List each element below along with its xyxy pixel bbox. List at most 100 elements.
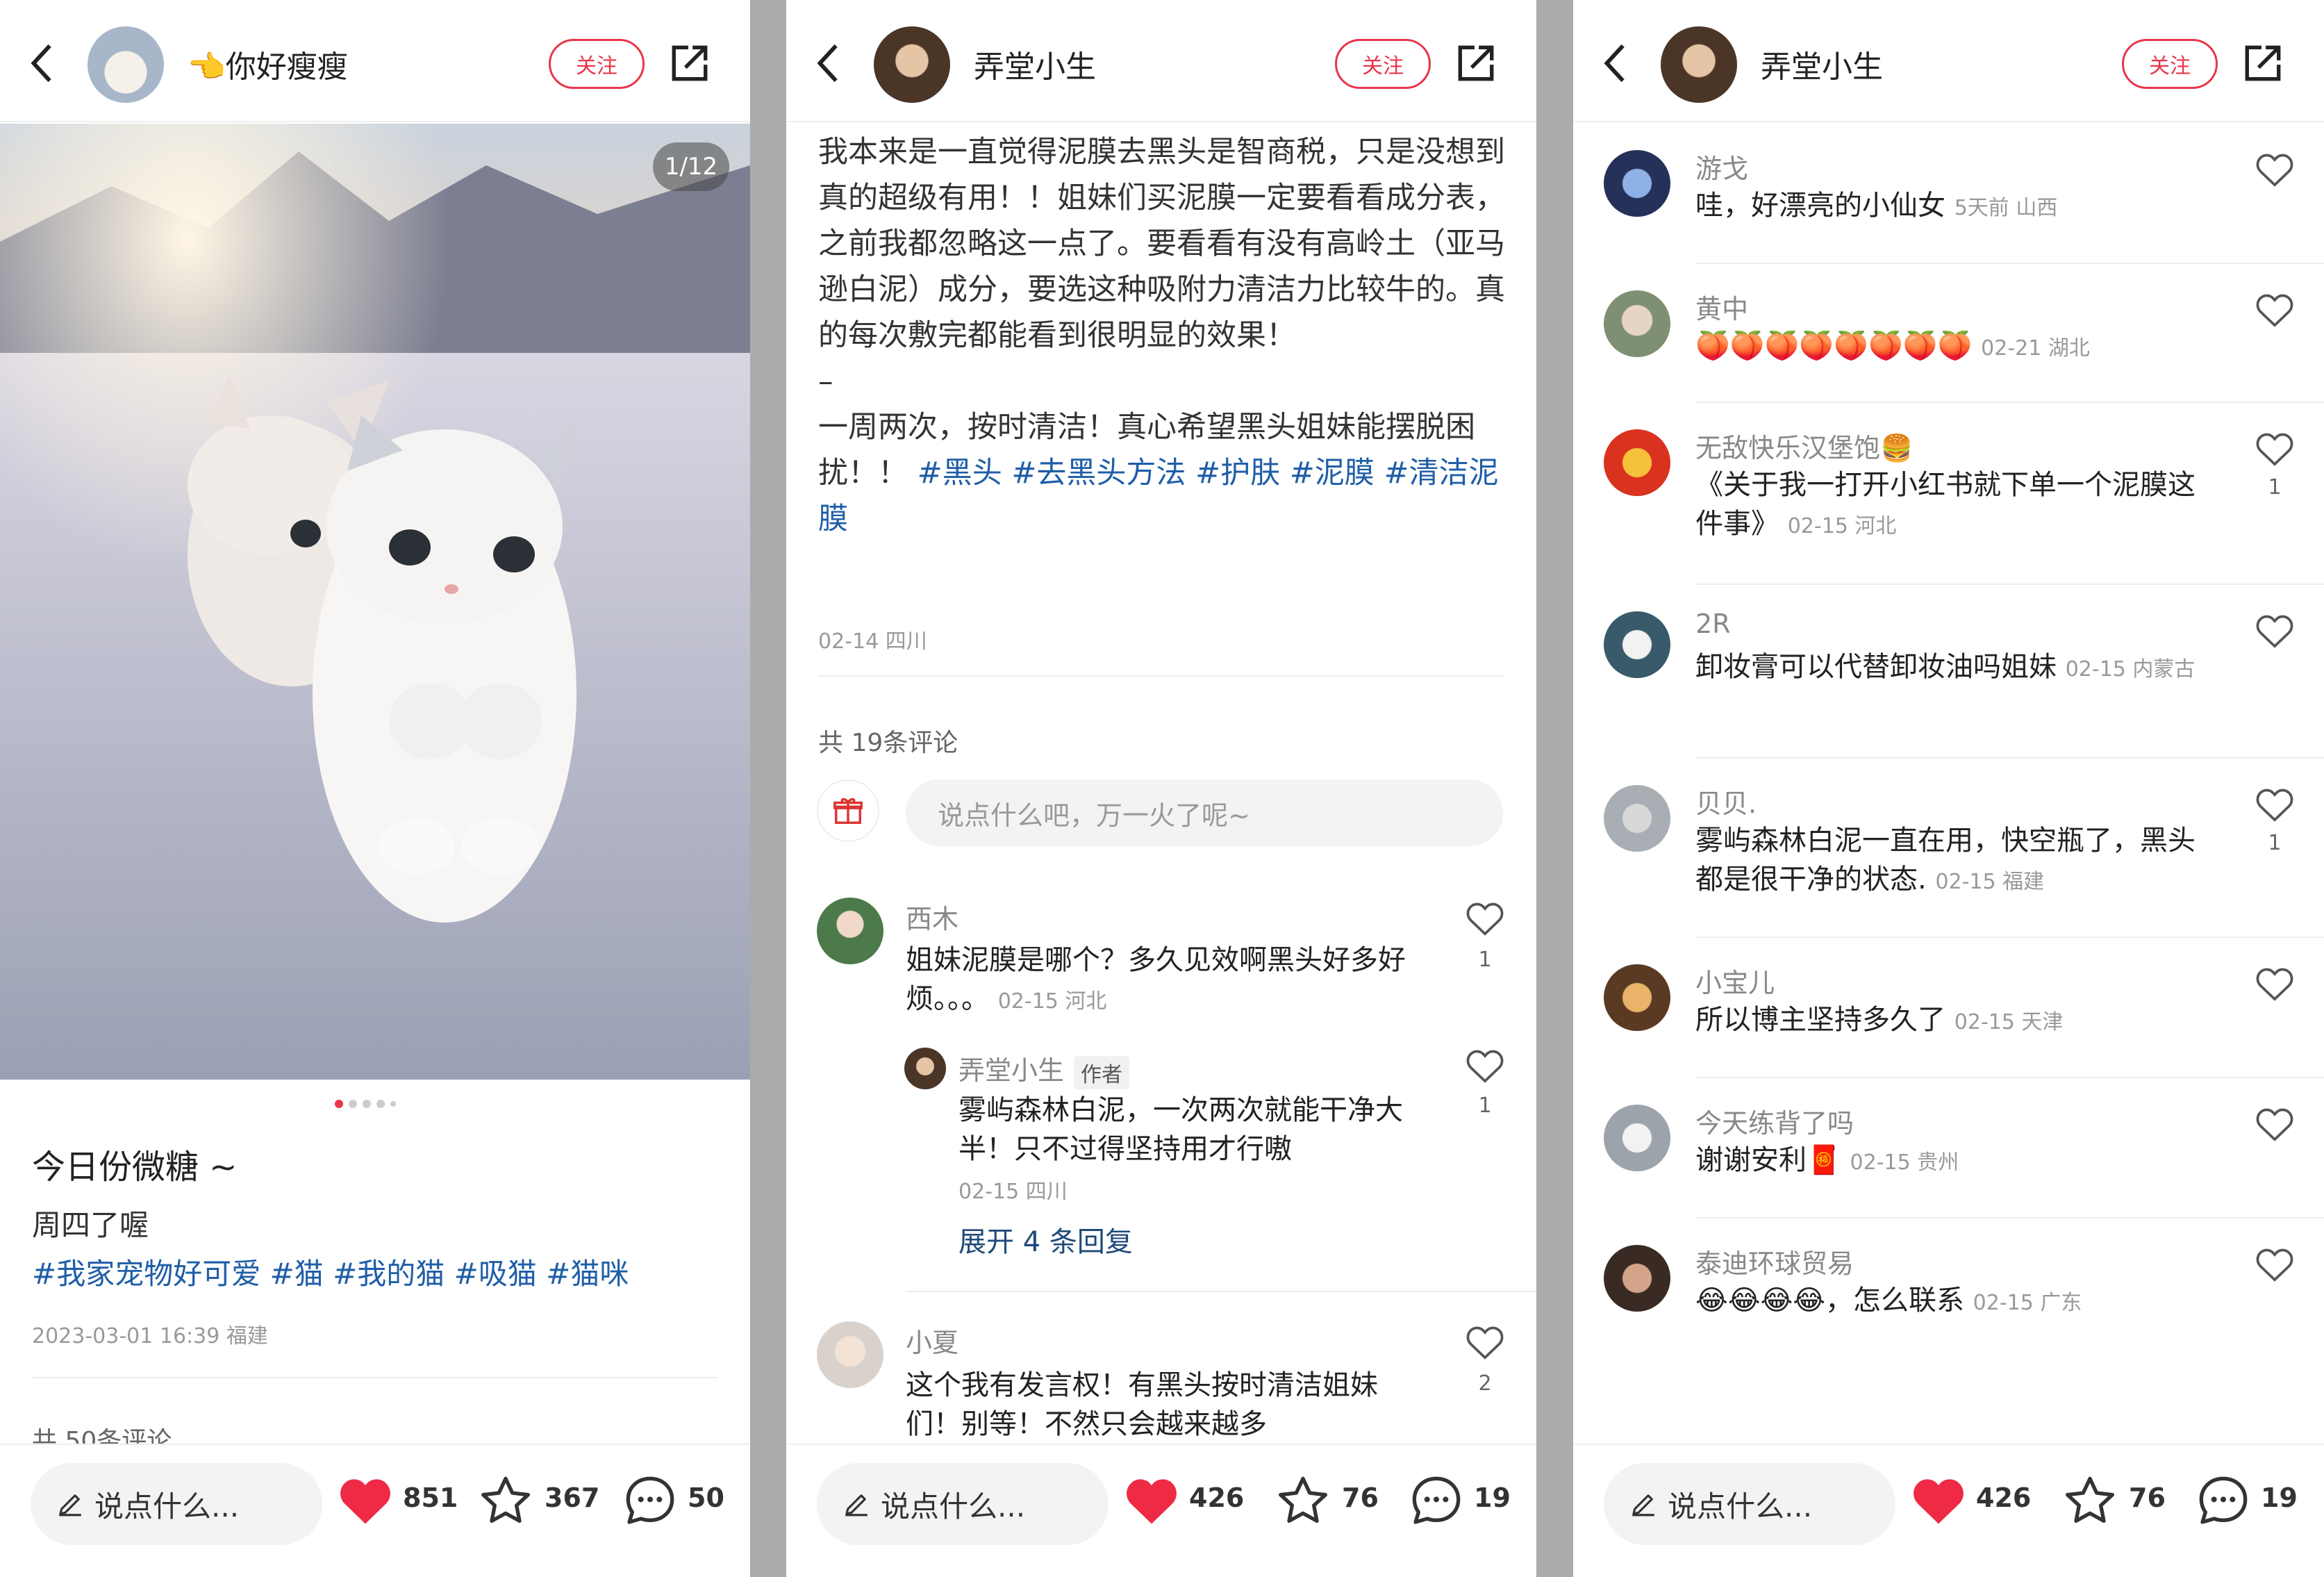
comment-meta: 5天前 山西 — [1954, 196, 2058, 220]
post-date: 2023-03-01 16:39 福建 — [32, 1324, 268, 1348]
commenter-name[interactable]: 西木 — [906, 898, 958, 936]
commenter-name[interactable]: 无敌快乐汉堡饱🍔 — [1695, 427, 1913, 465]
commenter-avatar[interactable] — [1604, 150, 1670, 217]
comment-input-button[interactable]: 说点什么... — [817, 1463, 1109, 1545]
commenter-name[interactable]: 泰迪环球贸易 — [1695, 1242, 1854, 1280]
comment-like-icon[interactable] — [2255, 431, 2294, 467]
commenter-name[interactable]: 游戈 — [1695, 147, 1748, 185]
commenter-name[interactable]: 小夏 — [906, 1321, 958, 1360]
comment-text: 这个我有发言权！有黑头按时清洁姐妹们！别等！不然只会越来越多 — [906, 1369, 1378, 1440]
reply-author: 弄堂小生 — [958, 1055, 1065, 1086]
author-avatar[interactable] — [1661, 26, 1737, 103]
comment-like-count: 1 — [1478, 948, 1492, 972]
back-arrow-icon[interactable] — [814, 43, 842, 83]
reply-name[interactable]: 弄堂小生 作者 — [958, 1049, 1130, 1089]
comment-like-icon[interactable] — [2255, 151, 2294, 188]
back-arrow-icon[interactable] — [28, 43, 56, 83]
commenter-avatar[interactable] — [1604, 964, 1670, 1031]
commenter-name[interactable]: 贝贝. — [1695, 782, 1757, 820]
like-heart-icon[interactable] — [1124, 1473, 1179, 1528]
reply-like-count: 1 — [1478, 1093, 1492, 1118]
author-name[interactable]: 👈你好瘦瘦 — [188, 42, 348, 86]
follow-button[interactable]: 关注 — [1335, 39, 1431, 89]
post-header: 👈你好瘦瘦 关注 — [0, 0, 750, 122]
like-heart-icon[interactable] — [338, 1473, 393, 1528]
reply-text: 雾屿森林白泥，一次两次就能干净大半！只不过得坚持用才行嗷 — [958, 1094, 1403, 1165]
commenter-avatar[interactable] — [1604, 1105, 1670, 1171]
comment-bubble-icon[interactable] — [1409, 1473, 1464, 1528]
follow-button[interactable]: 关注 — [549, 39, 645, 89]
post-photo-cats[interactable] — [0, 124, 750, 1080]
pencil-icon — [842, 1489, 871, 1519]
commenter-avatar[interactable] — [1604, 785, 1670, 852]
comment-meta: 02-15 广东 — [1973, 1291, 2082, 1315]
tag-link[interactable]: #泥膜 — [1290, 456, 1375, 490]
carousel-dot — [349, 1100, 357, 1108]
like-heart-icon[interactable] — [1911, 1473, 1966, 1528]
comment-like-icon[interactable] — [2255, 613, 2294, 649]
comment-input-button[interactable]: 说点什么... — [31, 1463, 322, 1545]
post-title: 今日份微糖 ~ — [32, 1148, 238, 1187]
share-icon[interactable] — [2241, 42, 2284, 85]
commenter-avatar[interactable] — [817, 1321, 883, 1388]
expand-replies-link[interactable]: 展开 4 条回复 — [958, 1219, 1133, 1260]
commenter-avatar[interactable] — [1604, 290, 1670, 357]
post-tags[interactable]: #我家宠物好可爱 #猫 #我的猫 #吸猫 #猫咪 — [32, 1250, 629, 1293]
comment-bubble-icon[interactable] — [2196, 1473, 2251, 1528]
follow-button[interactable]: 关注 — [2122, 39, 2218, 89]
post-body-text-2: 一周两次，按时清洁！真心希望黑头姐妹能摆脱困扰！！ #黑头 #去黑头方法 #护肤… — [818, 404, 1513, 542]
comment-like-icon[interactable] — [2255, 966, 2294, 1002]
divider — [906, 1291, 1536, 1292]
bottom-action-bar: 说点什么... 851 367 50 — [0, 1444, 750, 1577]
back-arrow-icon[interactable] — [1601, 43, 1629, 83]
comment-body: 哇，好漂亮的小仙女 — [1695, 190, 1945, 222]
comment-meta: 02-21 湖北 — [1981, 336, 2090, 361]
likes-count: 426 — [1189, 1483, 1245, 1513]
commenter-name[interactable]: 2R — [1695, 609, 1731, 639]
commenter-name[interactable]: 今天练背了吗 — [1695, 1102, 1854, 1140]
comment-like-icon[interactable] — [1466, 900, 1504, 936]
comment-like-icon[interactable] — [2255, 292, 2294, 328]
comment-like-icon[interactable] — [2255, 1106, 2294, 1142]
author-name[interactable]: 弄堂小生 — [974, 42, 1096, 86]
gift-icon[interactable] — [817, 779, 879, 842]
star-icon[interactable] — [2062, 1473, 2118, 1528]
comment-text: 姐妹泥膜是哪个？多久见效啊黑头好多好烦。。。 02-15 河北 — [906, 941, 1406, 1021]
commenter-avatar[interactable] — [1604, 429, 1670, 496]
comment-text: 哇，好漂亮的小仙女 5天前 山西 — [1695, 186, 2209, 228]
commenter-name[interactable]: 小宝儿 — [1695, 961, 1775, 1000]
author-avatar[interactable] — [88, 26, 164, 103]
comment-body: 😂😂😂😂，怎么联系 — [1695, 1285, 1964, 1316]
comments-total: 50 — [688, 1483, 724, 1513]
star-icon[interactable] — [478, 1473, 533, 1528]
star-icon[interactable] — [1275, 1473, 1331, 1528]
comment-like-icon[interactable] — [2255, 786, 2294, 823]
author-avatar[interactable] — [874, 26, 950, 103]
likes-count: 851 — [403, 1483, 458, 1513]
comment-like-count: 1 — [2268, 831, 2282, 855]
author-name[interactable]: 弄堂小生 — [1761, 42, 1883, 86]
commenter-avatar[interactable] — [1604, 611, 1670, 678]
reply-avatar[interactable] — [904, 1048, 946, 1089]
share-icon[interactable] — [668, 42, 711, 85]
tag-link[interactable]: #去黑头方法 — [1011, 456, 1186, 490]
comment-like-icon[interactable] — [1466, 1324, 1504, 1360]
comment-input[interactable]: 说点什么吧，万一火了呢~ — [906, 779, 1503, 846]
commenter-name[interactable]: 黄中 — [1695, 288, 1748, 326]
comment-bubble-icon[interactable] — [622, 1473, 678, 1528]
stars-count: 76 — [2129, 1483, 2166, 1513]
reply-like-icon[interactable] — [1466, 1048, 1504, 1084]
tag-link[interactable]: #黑头 — [918, 456, 1002, 490]
comment-text: 《关于我一打开小红书就下单一个泥膜这件事》 02-15 河北 — [1695, 465, 2209, 546]
commenter-avatar[interactable] — [1604, 1245, 1670, 1312]
comment-input-button[interactable]: 说点什么... — [1604, 1463, 1895, 1545]
tag-link[interactable]: #护肤 — [1195, 456, 1280, 490]
commenter-avatar[interactable] — [817, 898, 883, 964]
comment-like-icon[interactable] — [2255, 1246, 2294, 1282]
share-icon[interactable] — [1454, 42, 1497, 85]
divider — [1695, 263, 2324, 264]
carousel-dot — [335, 1100, 343, 1108]
post-body-dash: – — [818, 364, 833, 399]
stars-count: 367 — [545, 1483, 600, 1513]
comment-text: 所以博主坚持多久了 02-15 天津 — [1695, 1000, 2209, 1042]
